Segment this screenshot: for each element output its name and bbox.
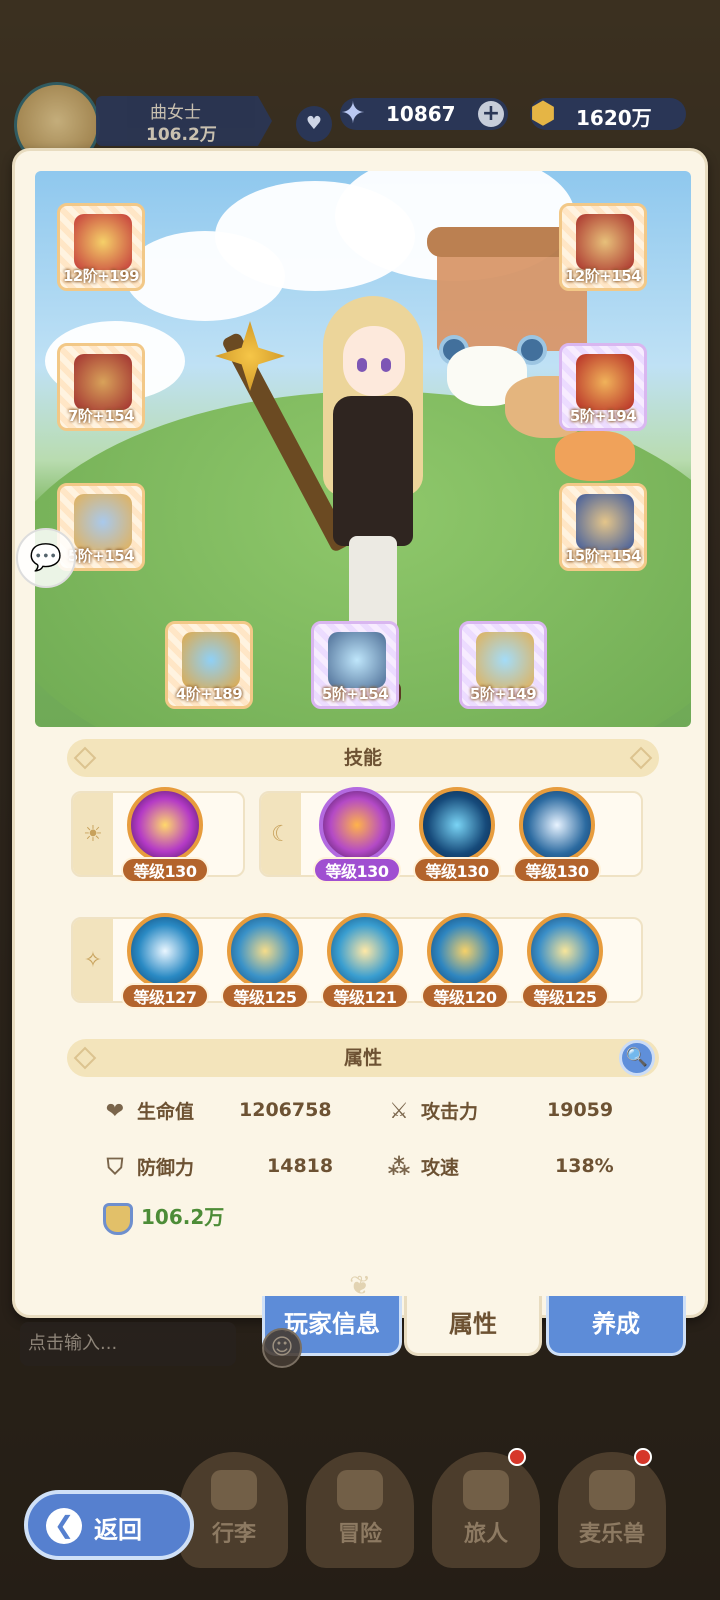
moon-icon: ☾ xyxy=(261,793,301,875)
skill-slot[interactable]: 等级125 xyxy=(521,913,609,1009)
combat-power: 106.2万 xyxy=(103,1201,224,1235)
def-stat: ⛉ 防御力 xyxy=(101,1153,194,1180)
sun-icon: ☀ xyxy=(73,793,113,875)
hp-value: 1206758 xyxy=(239,1099,332,1121)
sparkle-icon: ✧ xyxy=(73,919,113,1001)
gem-icon: ✦ xyxy=(340,95,366,131)
crossed-swords-icon: ⚔ xyxy=(389,1099,409,1124)
skill-slot[interactable]: 等级125 xyxy=(221,913,309,1009)
shield-icon: ⛉ xyxy=(106,1155,124,1180)
spd-value: 138% xyxy=(555,1155,614,1177)
skill-slot[interactable]: 等级130 xyxy=(413,787,501,883)
nav-adventure[interactable]: 冒险 xyxy=(306,1452,414,1568)
tab-attributes[interactable]: 属性 xyxy=(404,1296,542,1356)
nav-traveler[interactable]: 旅人 xyxy=(432,1452,540,1568)
skill-slot[interactable]: 等级130 xyxy=(313,787,401,883)
gem-counter: ✦ 10867 + xyxy=(340,96,508,131)
emoji-icon[interactable]: ☺ xyxy=(262,1328,302,1368)
chat-bubble-icon[interactable]: 💬 xyxy=(16,528,76,588)
attribute-detail-button[interactable]: 🔍 xyxy=(619,1040,655,1076)
equip-slot-boots[interactable]: 15阶+154 xyxy=(559,483,647,571)
atk-value: 19059 xyxy=(547,1099,614,1121)
equip-slot-helmet[interactable]: 12阶+154 xyxy=(559,203,647,291)
traveler-icon xyxy=(463,1470,509,1510)
equip-slot-necklace[interactable]: 5阶+154 xyxy=(311,621,399,709)
attack-speed-icon: ⁂ xyxy=(387,1155,411,1180)
def-value: 14818 xyxy=(267,1155,334,1177)
top-bar: 曲女士 106.2万 ♥ ✦ 10867 + ⬢ 1620万 xyxy=(0,82,720,168)
equip-slot-ring[interactable]: 4阶+189 xyxy=(165,621,253,709)
spd-stat: ⁂ 攻速 xyxy=(385,1153,459,1180)
equip-slot-chest[interactable]: 7阶+154 xyxy=(57,343,145,431)
traveler-notification-dot xyxy=(508,1448,526,1466)
back-arrow-icon: ❮ xyxy=(46,1508,82,1544)
hp-stat: ❤ 生命值 xyxy=(101,1097,194,1124)
skill-slot[interactable]: 等级130 xyxy=(121,787,209,883)
skill-row-star: ✧ 等级127 等级125 等级121 等级120 等级125 xyxy=(71,913,643,1009)
player-power: 106.2万 xyxy=(146,125,217,145)
pet-icon xyxy=(589,1470,635,1510)
nav-pet[interactable]: 麦乐兽 xyxy=(558,1452,666,1568)
heart-icon: ❤ xyxy=(105,1099,125,1124)
gold-value: 1620万 xyxy=(576,106,652,130)
bag-icon xyxy=(211,1470,257,1510)
skill-slot[interactable]: 等级130 xyxy=(513,787,601,883)
back-button[interactable]: ❮ 返回 xyxy=(24,1490,194,1560)
adventure-icon xyxy=(337,1470,383,1510)
mail-icon[interactable]: ♥ xyxy=(296,106,332,142)
add-gems-button[interactable]: + xyxy=(478,101,504,127)
equip-slot-amulet[interactable]: 5阶+149 xyxy=(459,621,547,709)
player-name-box[interactable]: 曲女士 106.2万 xyxy=(96,96,272,146)
skill-slot[interactable]: 等级120 xyxy=(421,913,509,1009)
skills-header: 技能 xyxy=(67,739,659,777)
attributes-header: 属性 🔍 xyxy=(67,1039,659,1077)
gold-counter: ⬢ 1620万 xyxy=(530,96,686,131)
skill-row-moon: ☾ 等级130 等级130 等级130 xyxy=(259,787,643,883)
equip-slot-weapon[interactable]: 12阶+199 xyxy=(57,203,145,291)
chat-input[interactable]: 点击输入... xyxy=(20,1322,236,1366)
skill-row-sun: ☀ 等级130 xyxy=(71,787,245,883)
combat-power-icon xyxy=(103,1202,133,1235)
skill-slot[interactable]: 等级127 xyxy=(121,913,209,1009)
pet-notification-dot xyxy=(634,1448,652,1466)
skill-slot[interactable]: 等级121 xyxy=(321,913,409,1009)
gold-coin-icon: ⬢ xyxy=(529,95,557,131)
atk-stat: ⚔ 攻击力 xyxy=(385,1097,478,1124)
gem-value: 10867 xyxy=(386,102,456,126)
character-panel: 12阶+199 12阶+154 7阶+154 5阶+194 5阶+154 15阶… xyxy=(12,148,708,1318)
equip-slot-gauntlet[interactable]: 5阶+194 xyxy=(559,343,647,431)
tab-develop[interactable]: 养成 xyxy=(546,1296,686,1356)
nav-bag[interactable]: 行李 xyxy=(180,1452,288,1568)
